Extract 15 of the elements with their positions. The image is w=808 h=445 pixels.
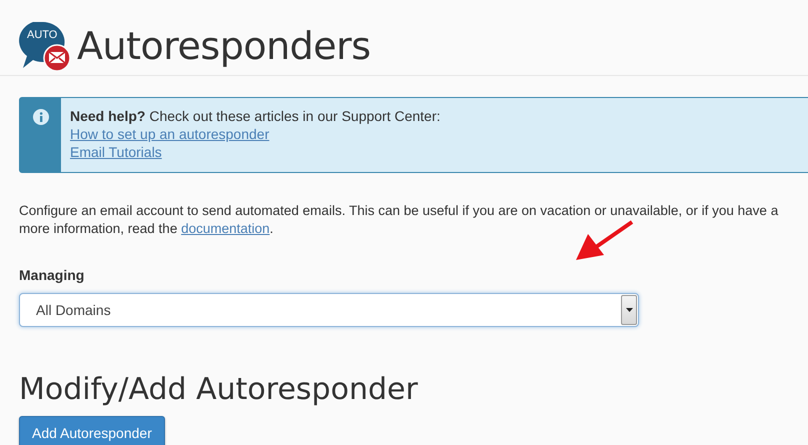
managing-label: Managing	[19, 266, 84, 284]
help-link[interactable]: How to set up an autoresponder	[70, 125, 270, 143]
annotation-arrow	[576, 220, 634, 262]
help-text: Need help? Check out these articles in our Support Center:	[70, 107, 440, 125]
description-text: Configure an email account to send automated emails. This can be useful if you are on vacation or unavailable, or if you have a more information, read the documentation.	[19, 202, 780, 238]
page-title: Autoresponders	[77, 26, 371, 64]
caret-icon	[626, 308, 632, 312]
logo	[19, 20, 71, 72]
help-link[interactable]: Email Tutorials	[70, 143, 162, 161]
add-autoresponder-button[interactable]: Add Autoresponder	[19, 416, 165, 445]
section-title: Modify/Add Autoresponder	[19, 372, 418, 408]
domain-select[interactable]: All Domains	[19, 293, 639, 327]
info-icon	[32, 109, 48, 125]
documentation-link[interactable]: documentation	[181, 221, 270, 236]
logo-text: AUTO	[27, 30, 58, 40]
